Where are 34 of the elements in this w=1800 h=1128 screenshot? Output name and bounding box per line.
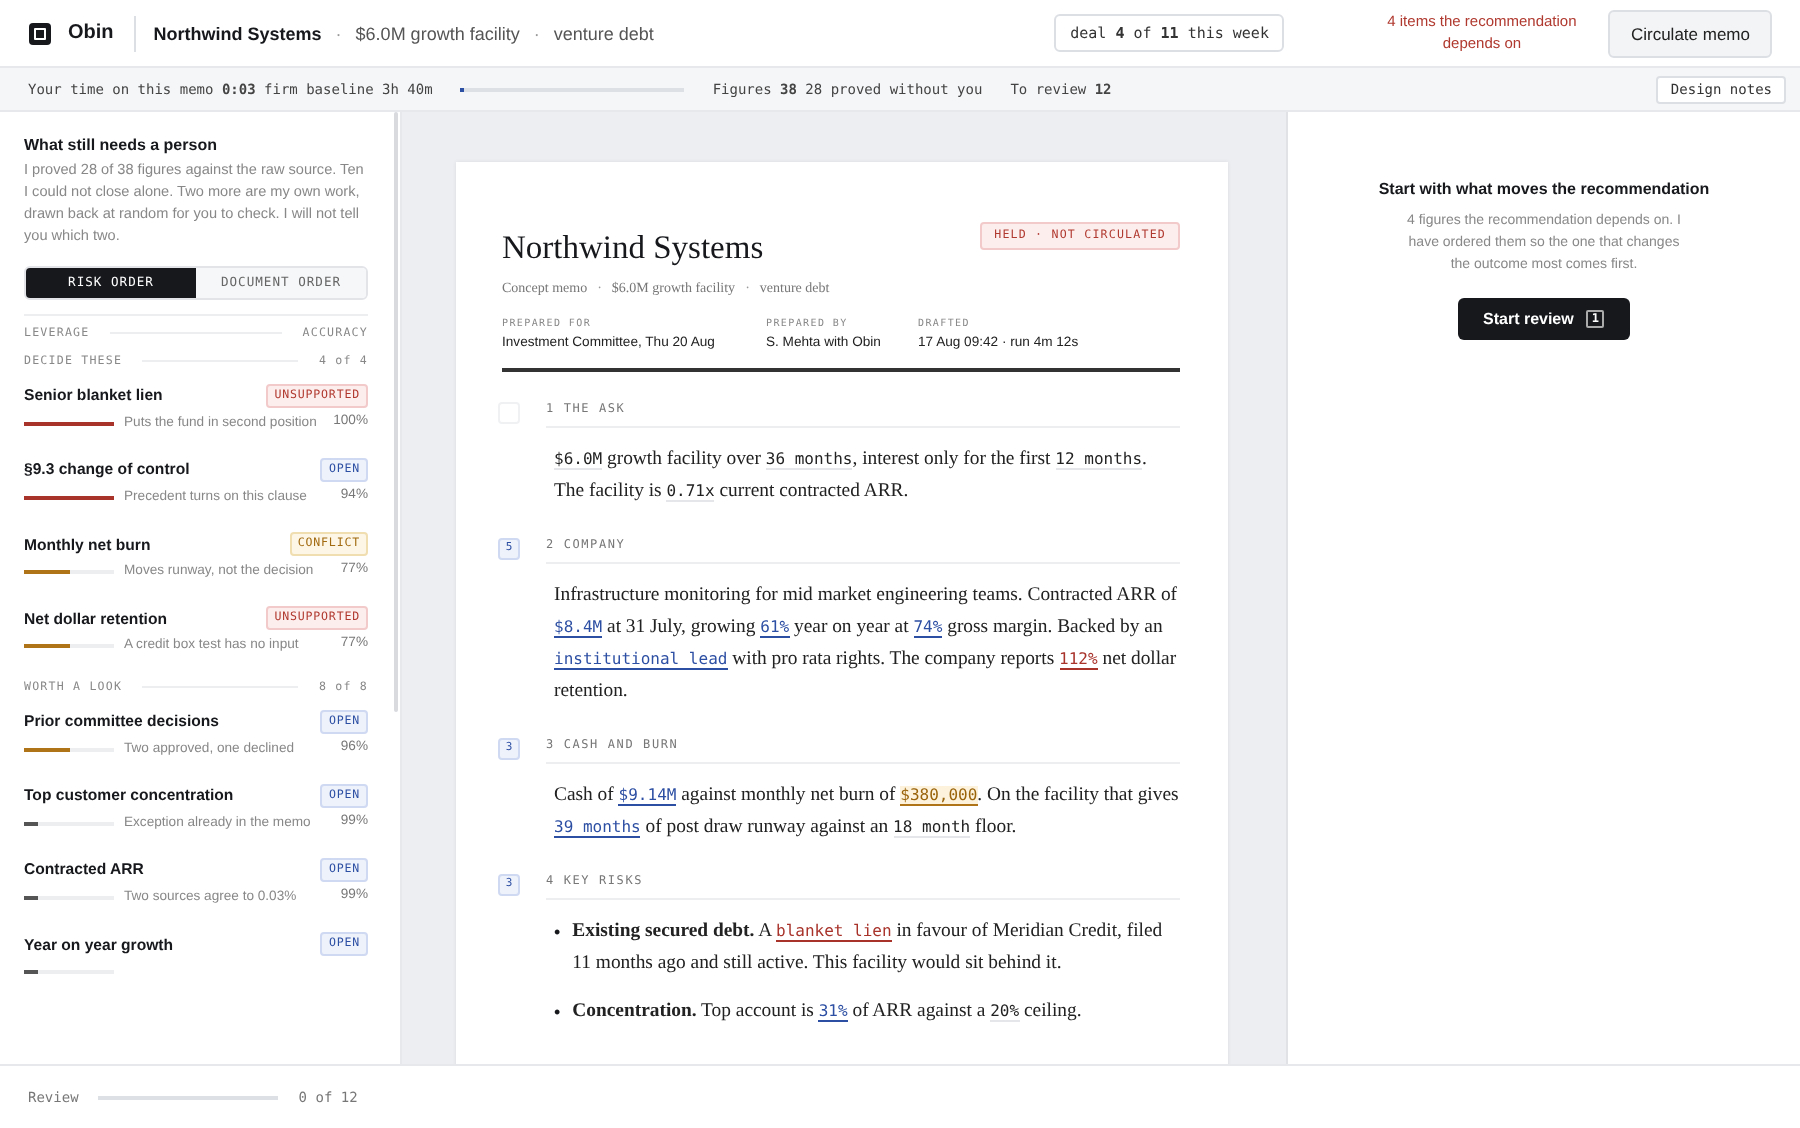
figure-link[interactable]: $380,000 bbox=[900, 786, 978, 806]
figure-link[interactable]: 61% bbox=[760, 618, 790, 638]
sidebar-title: What still needs a person bbox=[24, 136, 219, 154]
figure-link[interactable]: 20% bbox=[990, 1002, 1020, 1022]
figure-link[interactable]: 12 months bbox=[1055, 450, 1143, 470]
bullet-marker: • bbox=[554, 920, 561, 946]
app-name: Obin bbox=[68, 22, 114, 44]
circulate-memo-button[interactable]: Circulate memo bbox=[1608, 9, 1772, 57]
figure-link[interactable]: blanket lien bbox=[776, 922, 892, 942]
memo-title: Northwind Systems bbox=[502, 228, 764, 268]
figure-link[interactable]: $8.4M bbox=[554, 618, 603, 638]
figure-link[interactable]: 74% bbox=[913, 618, 943, 638]
figure-link[interactable]: $9.14M bbox=[618, 786, 677, 806]
figure-link[interactable]: $6.0M bbox=[554, 450, 603, 470]
figure-link[interactable]: 18 month bbox=[893, 818, 971, 838]
deal-name: Northwind Systems bbox=[153, 23, 322, 43]
separator-dot: · bbox=[533, 23, 540, 43]
figure-link[interactable]: institutional lead bbox=[554, 650, 728, 670]
deal-type: venture debt bbox=[553, 23, 654, 43]
figure-link[interactable]: 36 months bbox=[765, 450, 853, 470]
memo-paragraph: Cash of $9.14M against monthly net burn of $380,000. On the facility that gives 39 months of post draw runway against an 18 month floor. bbox=[554, 782, 1180, 842]
figure-link[interactable]: 39 months bbox=[554, 818, 641, 838]
deal-facility: $6.0M growth facility bbox=[355, 23, 520, 43]
memo-paragraph: $6.0M growth facility over 36 months, interest only for the first 12 months. The facility is 0.71x current contracted ARR. bbox=[554, 446, 1149, 506]
separator-dot: · bbox=[335, 23, 342, 43]
bullet-marker: • bbox=[554, 1000, 561, 1026]
figure-link[interactable]: 31% bbox=[818, 1002, 848, 1022]
logo-icon bbox=[28, 21, 52, 45]
risk-bullet: Existing secured debt. A blanket lien in favour of Meridian Credit, filed 11 months ago and still active. This facility would sit behind it. bbox=[572, 918, 1165, 978]
risk-bullet: Concentration. Top account is 31% of ARR against a 20% ceiling. bbox=[572, 998, 1084, 1026]
panel-title: Start with what moves the recommendation bbox=[1378, 180, 1710, 198]
figure-link[interactable]: 0.71x bbox=[666, 482, 715, 502]
figure-link[interactable]: 112% bbox=[1059, 650, 1098, 670]
memo-paragraph: Infrastructure monitoring for mid market engineering teams. Contracted ARR of $8.4M at 31 July, growing 61% year on year at 74% gross margin. Backed by an institutional lead with pro rata rights. The company reports 112% net dollar retention. bbox=[554, 582, 1180, 706]
